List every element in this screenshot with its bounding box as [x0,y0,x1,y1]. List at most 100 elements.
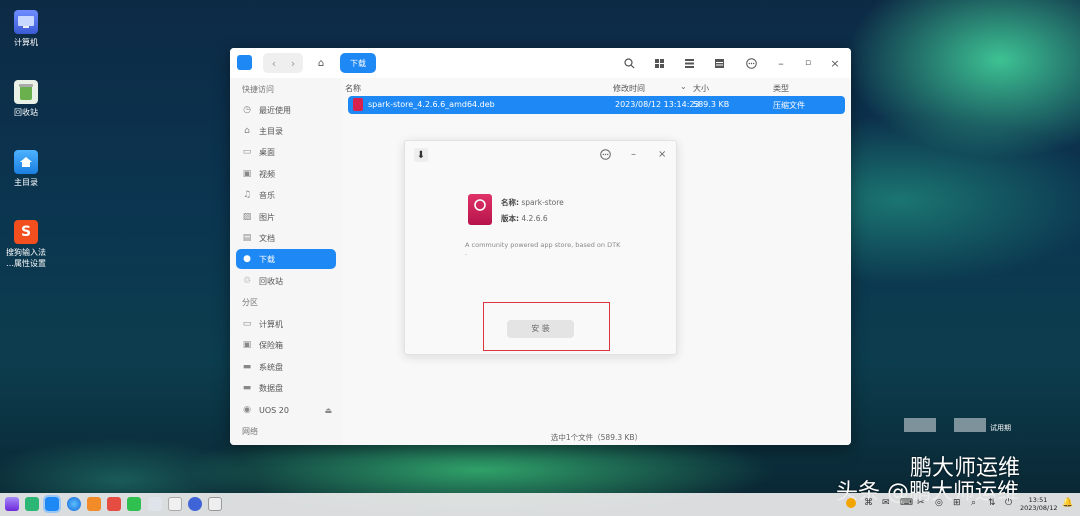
desktop-icon-trash[interactable]: 回收站 [4,80,48,118]
power-icon[interactable]: ⏻ [1005,498,1012,508]
music-app-icon[interactable] [127,497,141,511]
eject-icon[interactable]: ⏏ [324,406,332,415]
column-header-name[interactable]: 名称 [345,83,361,94]
bell-icon[interactable]: 🔔 [1062,498,1073,508]
list-view-button[interactable] [680,53,698,73]
menu-button[interactable] [742,53,760,73]
mail-icon[interactable] [107,497,121,511]
multitask-icon[interactable] [25,497,39,511]
breadcrumb[interactable]: 下载 [340,53,376,73]
settings-icon[interactable] [188,497,202,511]
clock-date: 2023/08/12 [1020,504,1058,512]
tray-icon-e[interactable]: ◎ [935,498,943,508]
sogou-icon: S [14,220,38,244]
sidebar: 快捷访问 ◷ 最近使用 ⌂ 主目录 ▭ 桌面 ▣ 视频 ♫ 音乐 ▨ 图片 ▤ … [230,78,342,445]
trial-label: 试用期 [990,424,1011,432]
editor-icon[interactable] [168,497,182,511]
sidebar-section-partitions: 分区 [242,298,258,307]
launcher-icon[interactable] [5,497,19,511]
desktop-icon-label: 主目录 [14,178,38,187]
sidebar-item-label: 数据盘 [259,383,283,393]
status-bar: 选中1个文件（589.3 KB） [550,433,643,442]
document-viewer-icon[interactable] [148,497,162,511]
sidebar-item-computer[interactable]: ▭ 计算机 [236,314,336,334]
desktop-icon-computer[interactable]: 计算机 [4,10,48,48]
details-button[interactable] [710,53,728,73]
desktop-icon: ▭ [242,147,252,157]
video-icon: ▣ [242,169,252,179]
sidebar-item-trash[interactable]: ♲ 回收站 [236,271,336,291]
computer-icon [14,10,38,34]
column-header-modified[interactable]: 修改时间 [613,83,645,94]
package-description: A community powered app store, based on … [465,241,621,249]
breadcrumb-item-download: 下载 [350,58,366,68]
home-button[interactable]: ⌂ [310,53,332,73]
sidebar-item-label: 桌面 [259,147,275,157]
install-button[interactable]: 安 装 [507,320,574,338]
search-button[interactable] [620,53,638,73]
desktop-icon-sogou[interactable]: S 搜狗输入法 …属性设置 [4,220,48,269]
sidebar-item-label: 音乐 [259,190,275,200]
file-manager-taskbar-icon[interactable] [43,495,61,513]
sidebar-item-label: 下载 [259,254,275,264]
notification-icon[interactable] [846,498,856,508]
debian-package-icon [468,194,492,225]
sidebar-item-recent[interactable]: ◷ 最近使用 [236,100,336,120]
sidebar-item-pictures[interactable]: ▨ 图片 [236,207,336,227]
tray-icon-f[interactable]: ⊞ [953,498,961,508]
trash-icon [14,80,38,104]
trash-icon: ♲ [242,276,252,286]
column-header-size[interactable]: 大小 [693,83,709,94]
sidebar-item-documents[interactable]: ▤ 文档 [236,228,336,248]
installer-taskbar-icon[interactable] [208,497,222,511]
sidebar-item-data-disk[interactable]: ▬ 数据盘 [236,378,336,398]
installer-app-icon: ⬇ [414,148,428,162]
sidebar-item-home[interactable]: ⌂ 主目录 [236,121,336,141]
tray-icon-c[interactable]: ⌨ [900,498,913,508]
sidebar-item-desktop[interactable]: ▭ 桌面 [236,142,336,162]
file-size: 589.3 KB [693,100,730,109]
blurred-activation-text-2 [954,418,986,432]
sidebar-item-videos[interactable]: ▣ 视频 [236,164,336,184]
file-modified: 2023/08/12 13:14:23 [615,100,700,109]
tray-icon-b[interactable]: ✉ [882,498,890,508]
forward-button[interactable]: › [284,53,302,73]
column-header-type[interactable]: 类型 [773,83,789,94]
file-name: spark-store_4.2.6.6_amd64.deb [368,100,495,109]
browser-icon[interactable] [67,497,81,511]
close-button[interactable]: × [826,53,844,73]
sidebar-section-quick-access: 快捷访问 [242,85,274,94]
minimize-button[interactable]: – [772,53,790,73]
download-icon: ● [243,254,251,264]
desktop-icon-home[interactable]: 主目录 [4,150,48,188]
disk-icon: ◉ [243,405,251,415]
search-icon[interactable]: ⌕ [971,498,976,508]
sidebar-item-system-disk[interactable]: ▬ 系统盘 [236,357,336,377]
tray-icon-d[interactable]: ✂ [917,498,925,508]
sidebar-item-label: 保险箱 [259,340,283,350]
package-description-extra: . [465,249,468,257]
network-icon[interactable]: ⇅ [988,498,996,508]
table-row[interactable]: spark-store_4.2.6.6_amd64.deb 2023/08/12… [348,96,845,114]
sidebar-item-label: 图片 [259,212,275,222]
sidebar-item-vault[interactable]: ▣ 保险箱 [236,335,336,355]
package-installer-dialog: ⬇ – × 名称: spark-store 版本: 4.2.6.6 A comm… [404,140,677,355]
sidebar-item-downloads[interactable]: ● 下载 [236,249,336,269]
sidebar-item-label: 视频 [259,169,275,179]
icon-view-button[interactable] [650,53,668,73]
dialog-close-button[interactable]: × [658,149,666,160]
dialog-menu-button[interactable] [600,149,611,163]
back-button[interactable]: ‹ [265,53,283,73]
sidebar-item-music[interactable]: ♫ 音乐 [236,185,336,205]
clock[interactable]: 13:51 2023/08/12 [1020,496,1058,512]
package-version: 版本: 4.2.6.6 [501,213,548,224]
dialog-minimize-button[interactable]: – [631,149,636,160]
sidebar-item-label: UOS 20 [259,405,289,415]
tray-icon-a[interactable]: ⌘ [864,498,873,508]
package-name-label: 名称: [501,198,519,207]
sidebar-item-label: 最近使用 [259,105,291,115]
sidebar-item-uos20[interactable]: ◉ UOS 20 ⏏ [236,400,336,420]
maximize-button[interactable]: ▫ [799,53,817,73]
app-store-icon[interactable] [87,497,101,511]
menu-icon [600,149,611,160]
